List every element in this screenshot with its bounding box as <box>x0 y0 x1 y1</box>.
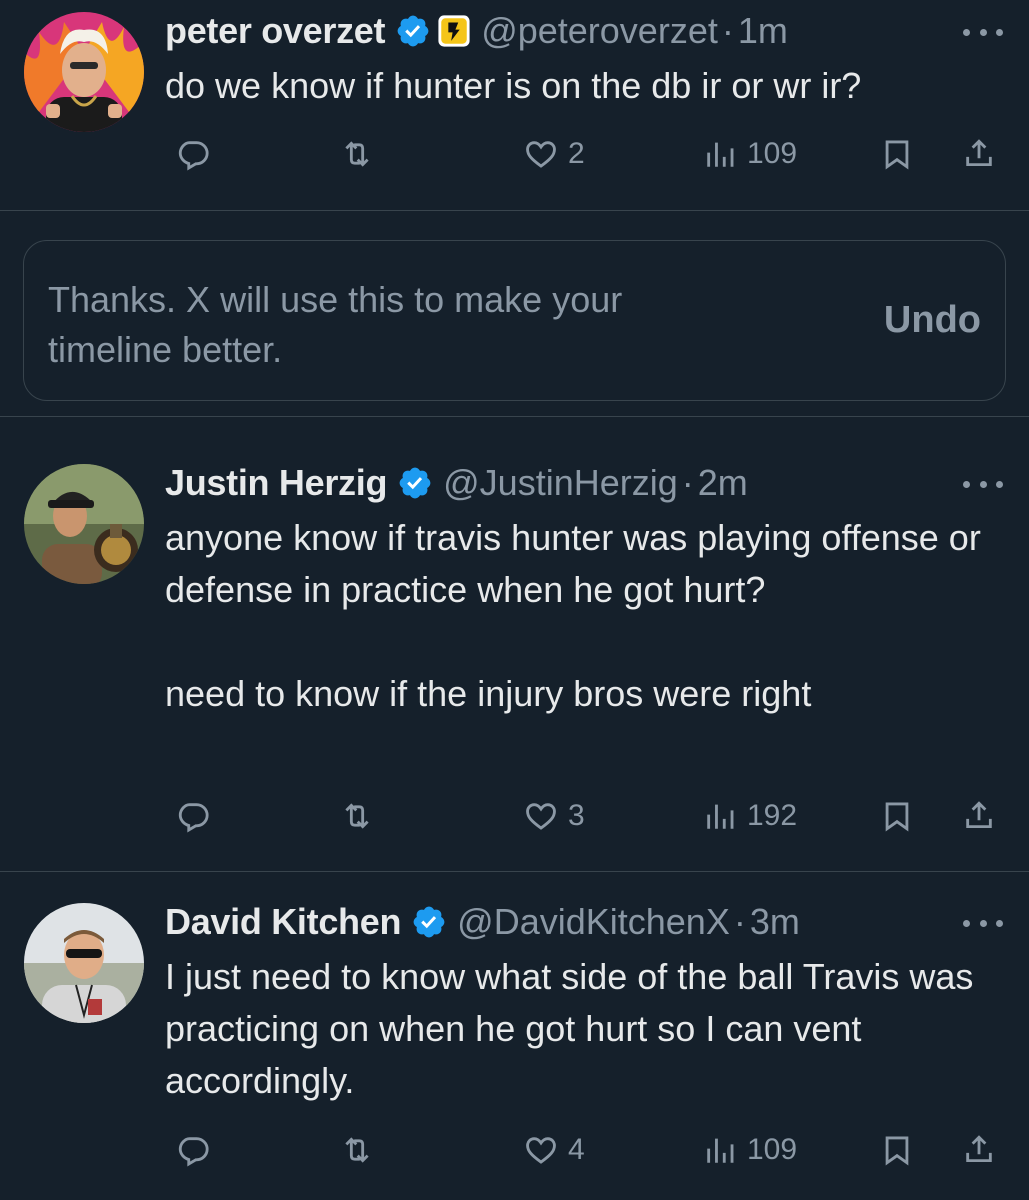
user-handle[interactable]: @DavidKitchenX <box>457 901 730 943</box>
timestamp[interactable]: 1m <box>738 10 788 52</box>
tweet-actions: 2 109 <box>0 134 1029 174</box>
bookmark-button[interactable] <box>880 796 914 836</box>
avatar[interactable] <box>24 464 144 584</box>
views-button[interactable]: 109 <box>703 134 797 174</box>
like-button[interactable]: 4 <box>524 1130 585 1170</box>
views-icon <box>707 1138 734 1163</box>
undo-button[interactable]: Undo <box>884 299 981 342</box>
tweet-david-kitchen[interactable]: David Kitchen @DavidKitchenX · 3m I just… <box>0 871 1029 1200</box>
like-count: 4 <box>568 1133 585 1166</box>
verified-badge-icon[interactable] <box>411 904 447 940</box>
verified-badge-icon[interactable] <box>395 13 431 49</box>
avatar[interactable] <box>24 12 144 132</box>
feedback-message: Thanks. X will use this to make your tim… <box>48 279 623 370</box>
reply-button[interactable] <box>176 134 210 174</box>
tweet-header: peter overzet @peteroverzet · 1m <box>165 6 788 56</box>
tweet-header: Justin Herzig @JustinHerzig · 2m <box>165 458 748 508</box>
reply-icon <box>178 141 209 171</box>
reply-button[interactable] <box>176 1130 210 1170</box>
share-button[interactable] <box>962 134 996 174</box>
display-name[interactable]: peter overzet <box>165 10 385 52</box>
share-button[interactable] <box>962 1130 996 1170</box>
share-icon <box>966 139 992 167</box>
separator-dot: · <box>733 901 746 942</box>
repost-button[interactable] <box>340 1130 374 1170</box>
views-button[interactable]: 109 <box>703 1130 797 1170</box>
repost-icon <box>345 1137 369 1163</box>
more-options-icon[interactable] <box>963 913 1003 933</box>
display-name[interactable]: Justin Herzig <box>165 462 387 504</box>
reply-icon <box>178 803 209 833</box>
user-handle[interactable]: @peteroverzet <box>481 10 718 52</box>
more-options-icon[interactable] <box>963 22 1003 42</box>
verified-badge-icon[interactable] <box>397 465 433 501</box>
more-options-icon[interactable] <box>963 474 1003 494</box>
separator-dot: · <box>721 10 734 51</box>
views-button[interactable]: 192 <box>703 796 797 836</box>
heart-icon <box>526 141 556 168</box>
bookmark-icon <box>885 140 909 170</box>
repost-button[interactable] <box>340 134 374 174</box>
tweet-header: David Kitchen @DavidKitchenX · 3m <box>165 897 800 947</box>
like-count: 3 <box>568 799 585 832</box>
bookmark-button[interactable] <box>880 134 914 174</box>
bookmark-icon <box>885 1136 909 1166</box>
timestamp[interactable]: 3m <box>750 901 800 943</box>
repost-icon <box>345 803 369 829</box>
bookmark-button[interactable] <box>880 1130 914 1170</box>
tweet-text: I just need to know what side of the bal… <box>165 956 984 1101</box>
avatar[interactable] <box>24 903 144 1023</box>
view-count: 109 <box>747 137 798 170</box>
heart-icon <box>526 1137 556 1164</box>
bookmark-icon <box>885 802 909 832</box>
timestamp[interactable]: 2m <box>698 462 748 504</box>
like-button[interactable]: 3 <box>524 796 585 836</box>
view-count: 109 <box>747 1133 798 1166</box>
share-icon <box>966 1135 992 1163</box>
like-count: 2 <box>568 137 585 170</box>
view-count: 192 <box>747 799 798 832</box>
like-button[interactable]: 2 <box>524 134 585 174</box>
tweet-justin-herzig[interactable]: Justin Herzig @JustinHerzig · 2m anyone … <box>0 416 1029 871</box>
share-button[interactable] <box>962 796 996 836</box>
repost-button[interactable] <box>340 796 374 836</box>
heart-icon <box>526 803 556 830</box>
reply-button[interactable] <box>176 796 210 836</box>
display-name[interactable]: David Kitchen <box>165 901 401 943</box>
divider <box>0 210 1029 211</box>
share-icon <box>966 801 992 829</box>
views-icon <box>707 142 734 167</box>
tweet-text: do we know if hunter is on the db ir or … <box>165 65 862 106</box>
tweet-peter-overzet[interactable]: peter overzet @peteroverzet · 1m do we k… <box>0 0 1029 210</box>
tweet-actions: 4 109 <box>0 1130 1029 1170</box>
tweet-text: anyone know if travis hunter was playing… <box>165 517 981 714</box>
separator-dot: · <box>681 462 694 503</box>
user-handle[interactable]: @JustinHerzig <box>443 462 678 504</box>
views-icon <box>707 804 734 829</box>
feedback-notice: Thanks. X will use this to make your tim… <box>23 240 1006 401</box>
repost-icon <box>345 141 369 167</box>
tweet-actions: 3 192 <box>0 796 1029 836</box>
reply-icon <box>178 1137 209 1167</box>
affiliate-badge-icon[interactable] <box>437 14 471 48</box>
